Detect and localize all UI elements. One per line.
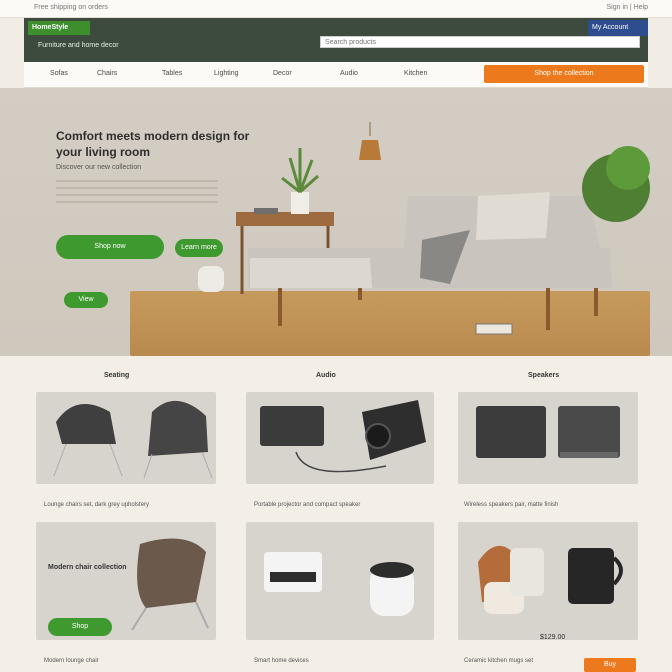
col-title-speakers: Speakers <box>528 372 560 379</box>
product-card-chairs[interactable] <box>36 392 216 484</box>
caption-smart-devices[interactable]: Smart home devices <box>254 658 434 664</box>
nav-item-tables[interactable]: Tables <box>162 70 182 77</box>
tagline: Furniture and home decor <box>38 42 119 49</box>
product-card-smart-devices[interactable] <box>246 522 434 640</box>
speakers-image <box>476 406 620 458</box>
hero-banner: Comfort meets modern design for your liv… <box>0 88 672 356</box>
shop-now-button[interactable]: Shop now <box>56 235 164 259</box>
topbar-left-text: Free shipping on orders <box>34 4 108 11</box>
product-card-projector[interactable] <box>246 392 434 484</box>
nav-item-sofas[interactable]: Sofas <box>50 70 68 77</box>
hero-subtitle: Discover our new collection <box>56 164 142 171</box>
hero-title: Comfort meets modern design for your liv… <box>56 129 250 159</box>
main-nav: Sofas Chairs Tables Lighting Decor Audio… <box>24 62 648 88</box>
product-card-speakers[interactable] <box>458 392 638 484</box>
product-grid: Seating Audio Speakers Lounge chairs set… <box>0 356 672 672</box>
nav-item-kitchen[interactable]: Kitchen <box>404 70 427 77</box>
view-button[interactable]: View <box>64 292 108 308</box>
hero-text-lines <box>56 180 218 208</box>
product-price: $129.00 <box>540 634 566 641</box>
buy-button[interactable]: Buy <box>584 658 636 672</box>
site-header: HomeStyle Furniture and home decor My Ac… <box>24 18 648 62</box>
col-title-seating: Seating <box>104 372 130 379</box>
smart-devices-image <box>264 552 414 616</box>
caption-lounge-chair[interactable]: Modern lounge chair <box>44 658 224 664</box>
mugs-image <box>478 545 623 614</box>
nav-item-decor[interactable]: Decor <box>273 70 292 77</box>
promo-shop-button[interactable]: Shop <box>48 618 112 636</box>
promo-text: Modern chair collection <box>48 564 127 571</box>
chairs-image <box>53 400 213 479</box>
account-button[interactable]: My Account <box>588 20 648 36</box>
caption-speakers[interactable]: Wireless speakers pair, matte finish <box>464 502 644 508</box>
col-title-audio: Audio <box>316 372 336 379</box>
logo[interactable]: HomeStyle <box>28 21 90 35</box>
nav-item-audio[interactable]: Audio <box>340 70 358 77</box>
top-bar: Free shipping on orders Sign in | Help <box>0 0 672 18</box>
nav-item-chairs[interactable]: Chairs <box>97 70 117 77</box>
topbar-right-links[interactable]: Sign in | Help <box>606 4 648 11</box>
product-card-mugs[interactable] <box>458 522 638 640</box>
caption-chairs[interactable]: Lounge chairs set, dark grey upholstery <box>44 502 224 508</box>
projector-image <box>260 400 426 473</box>
nav-item-lighting[interactable]: Lighting <box>214 70 239 77</box>
learn-more-button[interactable]: Learn more <box>175 239 223 257</box>
caption-projector[interactable]: Portable projector and compact speaker <box>254 502 434 508</box>
search-input[interactable] <box>320 36 640 48</box>
shop-collection-button[interactable]: Shop the collection <box>484 65 644 83</box>
